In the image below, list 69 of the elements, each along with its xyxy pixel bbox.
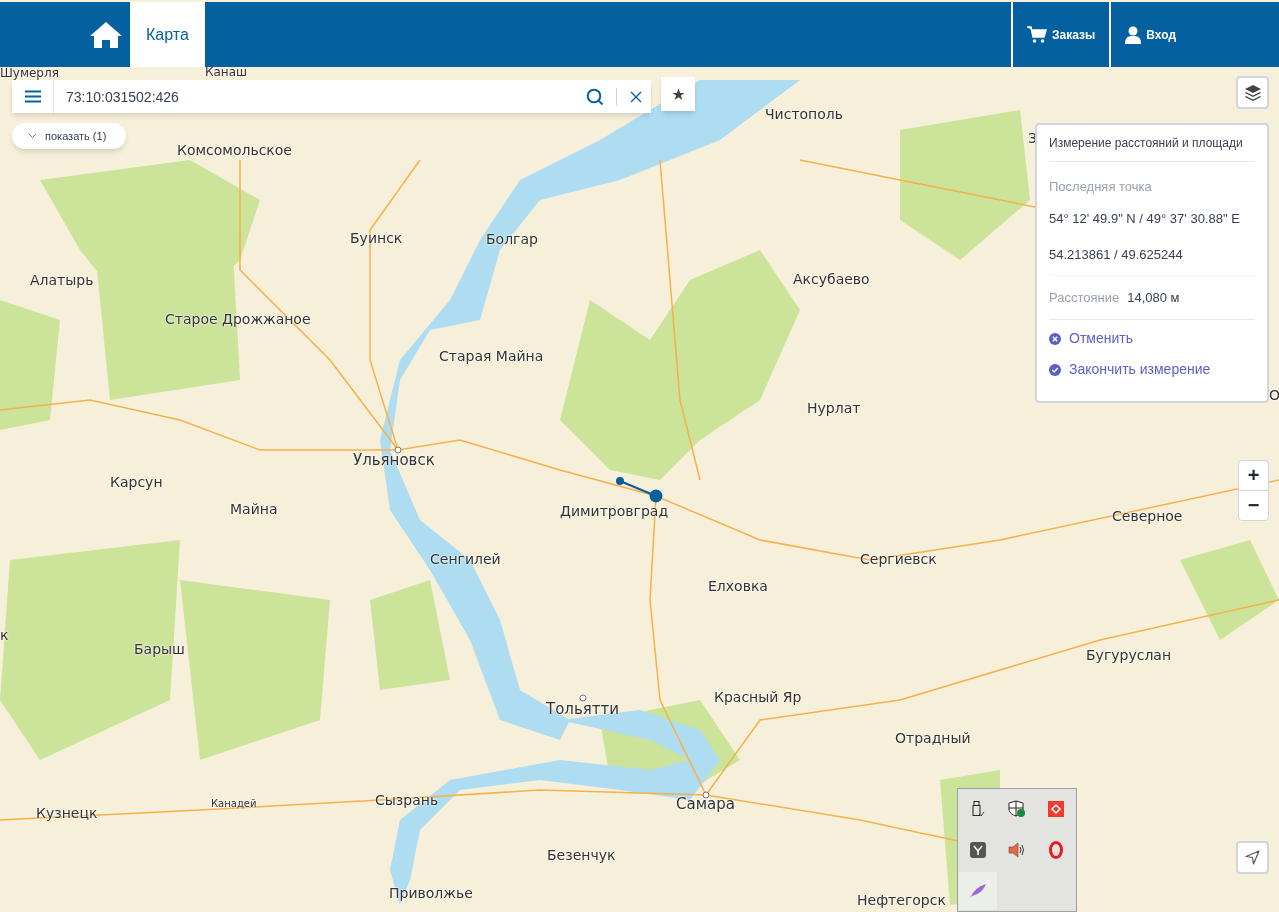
map-place-label: Нефтегорск xyxy=(857,893,946,907)
star-icon xyxy=(671,87,685,101)
panel-title: Измерение расстояний и площади xyxy=(1049,125,1255,162)
locate-button[interactable] xyxy=(1236,841,1269,874)
map-place-label: Аксубаево xyxy=(793,272,870,286)
map-place-label: Нурлат xyxy=(807,401,861,415)
map-tab[interactable]: Карта xyxy=(130,2,205,67)
map-place-label: Карсун xyxy=(110,475,163,489)
usb-drive-icon[interactable] xyxy=(970,801,985,818)
cancel-link[interactable]: Отменить xyxy=(1069,328,1133,349)
speaker-icon[interactable] xyxy=(1008,842,1026,858)
browser-o-icon[interactable] xyxy=(1049,841,1064,859)
measurement-line xyxy=(615,476,663,503)
cancel-icon xyxy=(1049,332,1061,345)
map-place-label: Безенчук xyxy=(547,848,616,862)
chevron-down-icon xyxy=(28,133,37,139)
distance-label: Расстояние xyxy=(1049,288,1120,307)
map-place-label: Сенгилей xyxy=(430,552,501,566)
menu-icon xyxy=(24,90,41,103)
distance-value: 14,080 м xyxy=(1127,288,1180,307)
map-place-label: Отрадный xyxy=(895,731,971,745)
city-marker-icon xyxy=(394,446,402,454)
map-place-label: Канадей xyxy=(211,799,257,809)
search-icon[interactable] xyxy=(586,87,604,106)
menu-button[interactable] xyxy=(12,80,54,113)
map-place-label: Ульяновск xyxy=(353,453,435,468)
map-place-label: Чистополь xyxy=(765,107,844,121)
map-place-label: Самара xyxy=(676,797,735,812)
layers-button[interactable] xyxy=(1236,76,1269,109)
map-place-label: Барыш xyxy=(134,642,185,656)
coordinates-decimal: 54.213861 / 49.625244 xyxy=(1049,245,1255,276)
map-place-label: Красный Яр xyxy=(714,690,802,704)
map-place-label: Буинск xyxy=(350,231,403,245)
zoom-in-button[interactable]: + xyxy=(1239,461,1268,491)
navigation-arrow-icon xyxy=(1245,850,1260,865)
coordinates-dms: 54° 12' 49.9" N / 49° 37' 30.88" E xyxy=(1049,209,1241,228)
favorites-button[interactable] xyxy=(661,77,695,111)
network-status-icon[interactable] xyxy=(1048,801,1065,818)
map-place-label: Приволжье xyxy=(389,886,473,900)
show-button[interactable]: показать (1) xyxy=(12,123,126,149)
city-marker-icon xyxy=(702,791,710,799)
map-place-label: Северное xyxy=(1112,509,1183,523)
app-tray-icon[interactable] xyxy=(969,842,986,858)
shield-icon[interactable] xyxy=(1008,800,1026,819)
cart-icon xyxy=(1027,25,1048,44)
close-icon[interactable] xyxy=(629,89,643,104)
map-place-label: к xyxy=(0,628,9,642)
map-place-label: Майна xyxy=(230,502,278,516)
map-place-label: Канаш xyxy=(205,66,248,78)
map-place-label: О xyxy=(1269,388,1279,402)
zoom-out-button[interactable]: − xyxy=(1239,490,1268,520)
finish-measurement-link[interactable]: Закончить измерение xyxy=(1069,359,1211,380)
check-icon xyxy=(1049,363,1061,376)
map-place-label: Бугуруслан xyxy=(1086,648,1172,662)
map-place-label: Алатырь xyxy=(30,273,94,287)
map-place-label: Комсомольское xyxy=(177,143,292,157)
map-place-label: Шумерля xyxy=(0,67,59,79)
map-place-label: Елховка xyxy=(708,579,768,593)
layers-icon xyxy=(1243,83,1262,102)
map-place-label: Болгар xyxy=(486,232,538,246)
map-place-label: Тольятти xyxy=(546,702,619,717)
login-button[interactable]: Вход xyxy=(1109,2,1190,67)
orders-button[interactable]: Заказы xyxy=(1011,2,1110,67)
user-icon xyxy=(1125,25,1142,44)
map-place-label: Старая Майна xyxy=(439,349,544,363)
map-place-label: Сергиевск xyxy=(860,552,937,566)
city-marker-icon xyxy=(579,694,587,702)
last-point-label: Последняя точка xyxy=(1049,178,1153,196)
feather-icon[interactable] xyxy=(958,871,997,910)
